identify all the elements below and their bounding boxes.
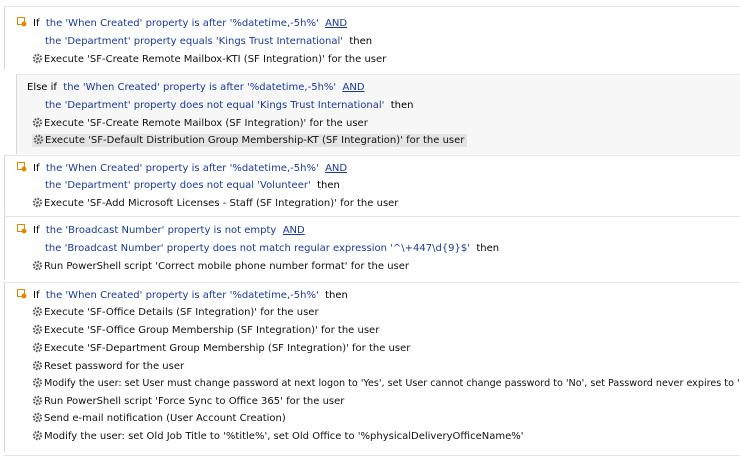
- action-line[interactable]: Run PowerShell script 'Correct mobile ph…: [32, 260, 409, 274]
- gear-icon: [32, 342, 43, 353]
- condition-text[interactable]: the 'When Created' property is after '%d…: [63, 82, 336, 93]
- condition-line[interactable]: the 'Department' property does not equal…: [45, 179, 340, 193]
- rule-block[interactable]: If the 'Broadcast Number' property is no…: [4, 216, 740, 280]
- then-keyword: then: [349, 36, 373, 47]
- gear-icon: [33, 134, 44, 145]
- action-line[interactable]: Execute 'SF-Add Microsoft Licenses - Sta…: [32, 197, 398, 211]
- action-text[interactable]: Execute 'SF-Office Details (SF Integrati…: [44, 307, 319, 318]
- rule-block[interactable]: Else if the 'When Created' property is a…: [16, 74, 740, 154]
- condition-line[interactable]: the 'Department' property equals 'Kings …: [45, 35, 372, 49]
- action-text[interactable]: Execute 'SF-Create Remote Mailbox-KTI (S…: [44, 54, 386, 65]
- condition-text[interactable]: the 'Department' property does not equal…: [45, 100, 384, 111]
- action-text[interactable]: Execute 'SF-Department Group Membership …: [44, 343, 410, 354]
- condition-icon: [17, 224, 27, 234]
- gear-icon: [32, 306, 43, 317]
- gear-icon: [32, 197, 43, 208]
- condition-line[interactable]: the 'Broadcast Number' property does not…: [45, 242, 499, 256]
- action-text[interactable]: Execute 'SF-Create Remote Mailbox (SF In…: [44, 118, 368, 129]
- action-text[interactable]: Execute 'SF-Default Distribution Group M…: [45, 135, 464, 146]
- rule-block[interactable]: If the 'When Created' property is after …: [4, 155, 740, 215]
- gear-icon: [32, 360, 43, 371]
- condition-text[interactable]: the 'When Created' property is after '%d…: [46, 290, 319, 301]
- else-if-keyword: Else if: [27, 82, 57, 93]
- action-line[interactable]: Execute 'SF-Default Distribution Group M…: [32, 134, 468, 148]
- then-keyword: then: [390, 100, 414, 111]
- action-line[interactable]: Execute 'SF-Office Group Membership (SF …: [32, 324, 379, 338]
- selected-action[interactable]: Execute 'SF-Default Distribution Group M…: [32, 134, 468, 147]
- action-line[interactable]: Modify the user: set User must change pa…: [32, 377, 740, 391]
- gear-icon: [32, 260, 43, 271]
- action-text[interactable]: Modify the user: set User must change pa…: [44, 378, 740, 389]
- condition-text[interactable]: the 'When Created' property is after '%d…: [46, 163, 319, 174]
- and-operator[interactable]: AND: [325, 18, 347, 29]
- condition-line[interactable]: If the 'When Created' property is after …: [17, 162, 347, 176]
- action-line[interactable]: Run PowerShell script 'Force Sync to Off…: [32, 395, 344, 409]
- action-text[interactable]: Execute 'SF-Add Microsoft Licenses - Sta…: [44, 198, 398, 209]
- condition-line[interactable]: Else if the 'When Created' property is a…: [27, 81, 365, 95]
- if-keyword: If: [33, 290, 40, 301]
- action-line[interactable]: Send e-mail notification (User Account C…: [32, 412, 286, 426]
- action-text[interactable]: Run PowerShell script 'Correct mobile ph…: [44, 261, 409, 272]
- and-operator[interactable]: AND: [325, 163, 347, 174]
- if-keyword: If: [33, 225, 40, 236]
- gear-icon: [32, 117, 43, 128]
- then-keyword: then: [325, 290, 348, 301]
- gear-icon: [32, 395, 43, 406]
- condition-line[interactable]: If the 'Broadcast Number' property is no…: [17, 224, 305, 238]
- if-keyword: If: [33, 163, 40, 174]
- action-line[interactable]: Execute 'SF-Create Remote Mailbox (SF In…: [32, 117, 368, 131]
- gear-icon: [32, 53, 43, 64]
- action-line[interactable]: Execute 'SF-Department Group Membership …: [32, 342, 410, 356]
- then-keyword: then: [317, 180, 340, 191]
- condition-text[interactable]: the 'Department' property equals 'Kings …: [45, 36, 343, 47]
- rule-block[interactable]: If the 'When Created' property is after …: [4, 282, 740, 452]
- action-text[interactable]: Modify the user: set Old Job Title to '%…: [44, 431, 523, 442]
- action-line[interactable]: Execute 'SF-Office Details (SF Integrati…: [32, 306, 319, 320]
- action-text[interactable]: Reset password for the user: [44, 361, 184, 372]
- rules-list: If the 'When Created' property is after …: [0, 0, 740, 466]
- rule-block[interactable]: If the 'When Created' property is after …: [4, 6, 740, 70]
- divider: [4, 455, 740, 456]
- and-operator[interactable]: AND: [283, 225, 305, 236]
- action-text[interactable]: Send e-mail notification (User Account C…: [44, 413, 286, 424]
- condition-text[interactable]: the 'Department' property does not equal…: [45, 180, 311, 191]
- gear-icon: [32, 430, 43, 441]
- action-line[interactable]: Reset password for the user: [32, 360, 184, 374]
- condition-icon: [17, 17, 27, 27]
- condition-icon: [17, 289, 27, 299]
- condition-line[interactable]: If the 'When Created' property is after …: [17, 289, 348, 303]
- action-line[interactable]: Modify the user: set Old Job Title to '%…: [32, 430, 523, 444]
- action-text[interactable]: Execute 'SF-Office Group Membership (SF …: [44, 325, 379, 336]
- condition-line[interactable]: the 'Department' property does not equal…: [45, 99, 414, 113]
- gear-icon: [32, 377, 43, 388]
- then-keyword: then: [476, 243, 500, 254]
- gear-icon: [32, 324, 43, 335]
- action-line[interactable]: Execute 'SF-Create Remote Mailbox-KTI (S…: [32, 53, 386, 67]
- and-operator[interactable]: AND: [343, 82, 365, 93]
- condition-line[interactable]: If the 'When Created' property is after …: [17, 17, 347, 31]
- condition-icon: [17, 162, 27, 172]
- action-text[interactable]: Run PowerShell script 'Force Sync to Off…: [44, 396, 344, 407]
- gear-icon: [32, 412, 43, 423]
- condition-text[interactable]: the 'Broadcast Number' property is not e…: [46, 225, 277, 236]
- condition-text[interactable]: the 'Broadcast Number' property does not…: [45, 243, 470, 254]
- if-keyword: If: [33, 18, 40, 29]
- condition-text[interactable]: the 'When Created' property is after '%d…: [46, 18, 319, 29]
